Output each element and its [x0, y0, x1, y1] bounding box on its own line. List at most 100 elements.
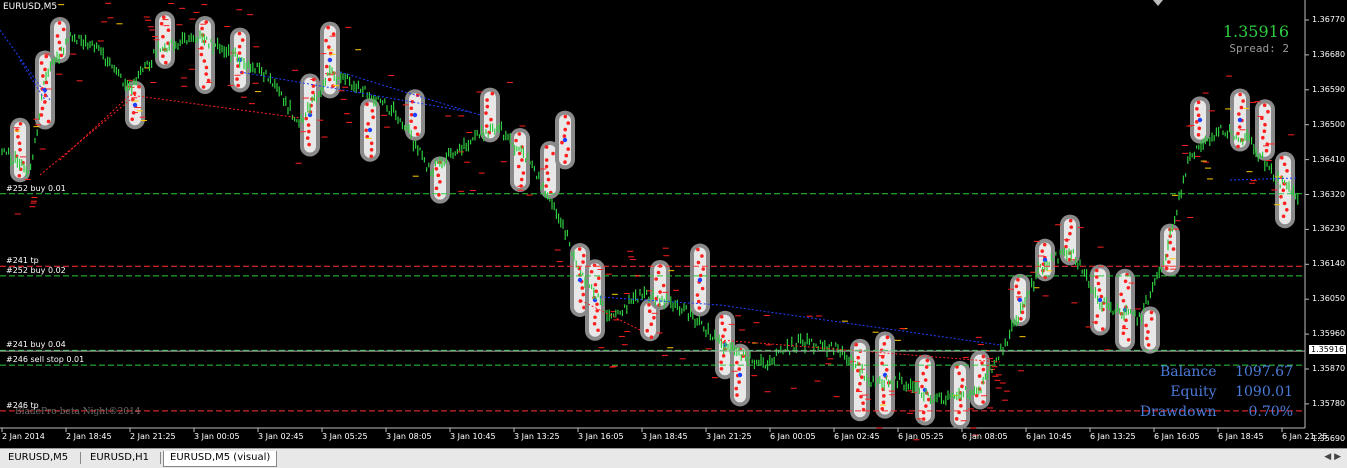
trade-marker-dot [434, 167, 439, 171]
trade-marker-dot [880, 361, 884, 366]
trade-marker-dot [365, 102, 369, 107]
tab-eurusd-m5[interactable]: EURUSD,M5 [2, 451, 74, 467]
trade-marker-dot [164, 60, 168, 65]
price-tick-label: 1.36590 [1312, 84, 1346, 94]
trade-marker-dot [649, 335, 654, 340]
trade-marker-dot [1121, 331, 1126, 336]
trade-marker-dot [544, 158, 549, 162]
trade-marker-dot [921, 371, 926, 376]
trade-marker-dot [61, 27, 66, 32]
current-price-tag: 1.35916 [1309, 345, 1347, 355]
time-tick-label: 6 Jan 16:05 [1154, 432, 1200, 441]
tab-divider [160, 452, 161, 464]
trade-marker-dot [880, 407, 885, 411]
trade-marker-dot [306, 123, 311, 127]
trade-marker-dot [737, 372, 743, 378]
trade-marker-dot [237, 31, 242, 36]
trade-marker-dot [885, 335, 890, 340]
trade-marker-dot [697, 277, 703, 283]
trade-marker-dot [1016, 278, 1020, 282]
trade-marker-dot [237, 44, 242, 49]
trade-marker-dot [734, 386, 739, 391]
trade-marker-dot [1099, 294, 1104, 299]
trade-marker-dot [57, 40, 62, 45]
price-tick-label: 1.35960 [1312, 329, 1346, 339]
trade-marker-dot [645, 328, 650, 333]
trade-marker-dot [595, 308, 600, 313]
trade-marker-dot [735, 360, 739, 365]
trade-marker-dot [1196, 113, 1201, 118]
trade-marker-dot [981, 400, 985, 404]
tab-eurusd-h1[interactable]: EURUSD,H1 [84, 451, 155, 467]
trade-marker-dot [1146, 330, 1150, 334]
order-level-label[interactable]: #241 buy 0.04 [6, 340, 66, 349]
trade-marker-dot [199, 52, 204, 57]
trade-marker-dot [1285, 168, 1289, 173]
price-tick-label: 1.36050 [1312, 294, 1346, 304]
trade-marker-dot [132, 102, 138, 108]
trade-marker-dot [370, 108, 375, 113]
time-tick-label: 6 Jan 10:45 [1026, 432, 1072, 441]
shift-marker-icon [1153, 0, 1163, 6]
trade-marker-dot [700, 286, 705, 291]
trade-link-line [129, 94, 301, 119]
order-level-label[interactable]: #241 tp [6, 256, 39, 265]
trade-marker-dot [328, 51, 333, 56]
trade-marker-dot [199, 46, 204, 50]
trade-marker-dot [580, 286, 585, 290]
trade-marker-dot [42, 87, 48, 93]
trade-marker-dot [1145, 336, 1149, 341]
trade-marker-dot [1146, 343, 1151, 347]
order-level-label[interactable]: #246 sell stop 0.01 [6, 355, 84, 364]
trade-marker-dot [520, 158, 524, 162]
trade-marker-dot [695, 293, 700, 297]
trade-marker-dot [1068, 218, 1073, 223]
trade-marker-dot [514, 138, 518, 143]
tab-eurusd-m5-visual[interactable]: EURUSD,M5 (visual) [163, 451, 278, 467]
trade-marker-dot [1097, 288, 1102, 292]
time-tick-label: 2 Jan 21:25 [130, 432, 176, 441]
trade-marker-dot [521, 171, 526, 175]
time-tick-label: 6 Jan 13:25 [1090, 432, 1136, 441]
trade-marker-dot [485, 104, 490, 109]
trade-marker-dot [161, 54, 165, 59]
trade-marker-dot [324, 64, 329, 69]
trade-marker-dot [560, 140, 564, 145]
trade-marker-dot [884, 368, 889, 372]
trade-marker-dot [1171, 247, 1176, 251]
trade-marker-dot [924, 365, 929, 369]
trade-marker-dot [544, 145, 549, 149]
tab-scroll-arrows-icon[interactable]: ◀ ▶ [1324, 452, 1341, 462]
trade-marker-dot [1197, 117, 1203, 123]
trade-marker-dot [593, 282, 598, 287]
trade-marker-dot [517, 132, 522, 136]
trade-marker-dot [581, 260, 585, 264]
symbol-label: EURUSD,M5 [3, 2, 58, 12]
order-level-label[interactable]: #252 buy 0.02 [6, 266, 66, 275]
trade-marker-dot [854, 342, 859, 347]
trade-marker-dot [236, 83, 240, 88]
trade-marker-dot [1239, 105, 1244, 110]
trade-marker-dot [1281, 214, 1286, 219]
trade-marker-dot [1020, 310, 1025, 315]
drawdown-row: Drawdown 0.70% [1140, 404, 1293, 420]
trade-link-line [59, 94, 131, 161]
order-level-label[interactable]: #246 tp [6, 401, 39, 410]
chart-canvas [0, 0, 1309, 441]
price-tick-label: 1.35870 [1312, 364, 1346, 373]
trade-marker-dot [1014, 284, 1019, 289]
price-tick-label: 1.35780 [1312, 398, 1346, 408]
time-tick-label: 2 Jan 18:45 [66, 432, 112, 441]
order-level-label[interactable]: #252 buy 0.01 [6, 184, 66, 193]
trade-marker-dot [737, 367, 742, 371]
trade-marker-dot [485, 98, 489, 102]
trade-marker-dot [206, 78, 211, 83]
trade-marker-dot [1237, 117, 1243, 123]
trade-marker-dot [1196, 100, 1201, 105]
price-chart[interactable]: EURUSD,M5 1.35916 Spread: 2 Balance 1097… [0, 0, 1347, 448]
trade-marker-dot [723, 327, 727, 332]
trade-marker-dot [1094, 268, 1099, 273]
trade-marker-dot [327, 45, 331, 49]
trade-marker-dot [960, 384, 964, 389]
trade-marker-dot [1241, 99, 1245, 103]
